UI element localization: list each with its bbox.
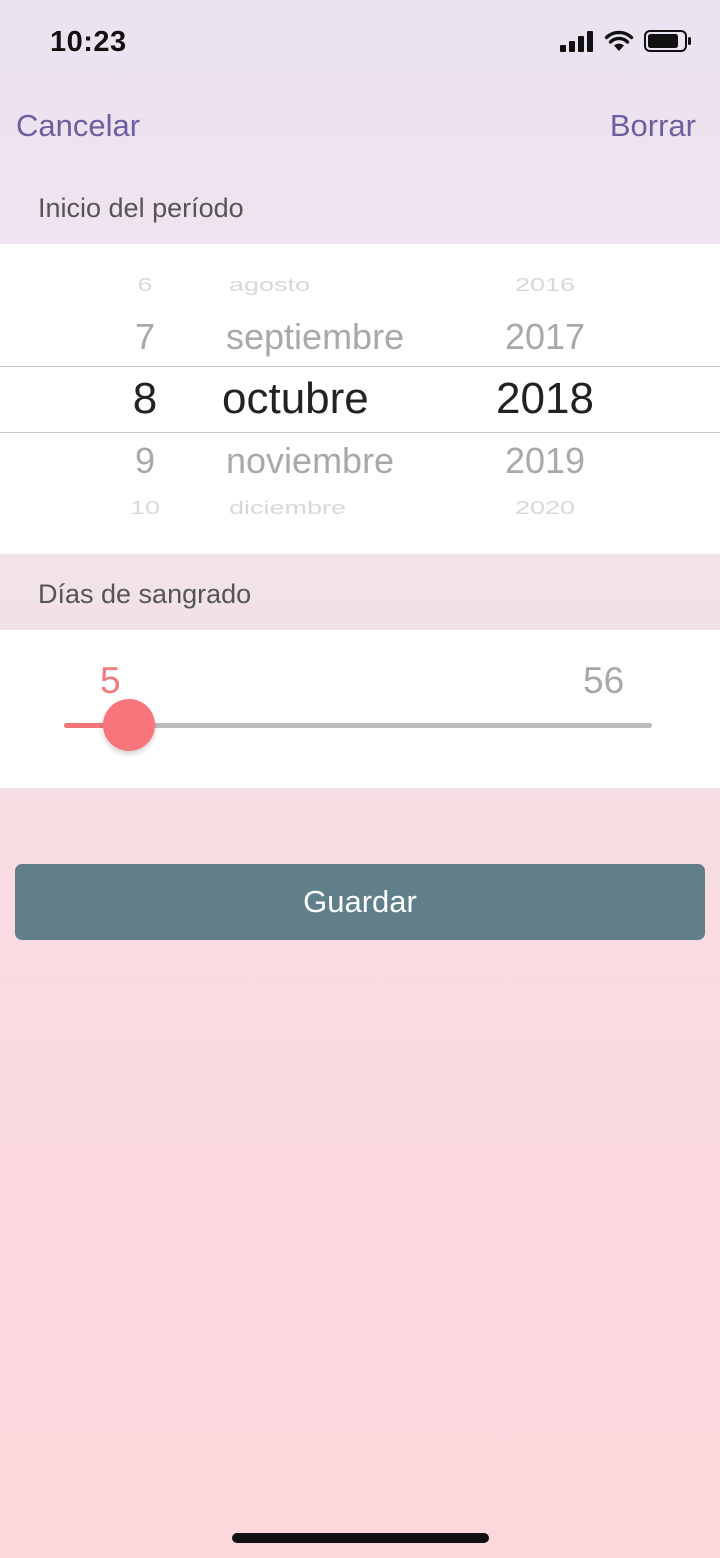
year-option[interactable]: 2016 xyxy=(485,274,605,296)
day-option-selected[interactable]: 8 xyxy=(110,374,180,424)
year-picker-column[interactable]: 2016 2017 2018 2019 2020 xyxy=(485,244,605,554)
wifi-icon xyxy=(604,30,634,51)
slider-max-value: 56 xyxy=(583,660,625,701)
year-option[interactable]: 2020 xyxy=(485,497,605,519)
slider-thumb[interactable] xyxy=(103,699,155,751)
save-button[interactable]: Guardar xyxy=(15,864,705,940)
bleeding-days-slider-panel: 5 56 xyxy=(0,630,720,788)
year-option-selected[interactable]: 2018 xyxy=(485,374,605,424)
year-option[interactable]: 2017 xyxy=(485,316,605,358)
month-option[interactable]: noviembre xyxy=(226,440,394,482)
status-time: 10:23 xyxy=(50,26,127,58)
clear-button[interactable]: Borrar xyxy=(610,108,696,144)
month-option[interactable]: agosto xyxy=(229,274,310,296)
home-indicator xyxy=(232,1533,489,1543)
status-icons xyxy=(560,30,692,52)
period-start-header: Inicio del período xyxy=(38,193,244,223)
bleeding-days-header: Días de sangrado xyxy=(38,579,252,609)
bleeding-days-slider[interactable] xyxy=(64,699,652,751)
month-option-selected[interactable]: octubre xyxy=(222,374,369,424)
month-option[interactable]: diciembre xyxy=(229,497,346,519)
day-option[interactable]: 9 xyxy=(110,440,180,482)
month-option[interactable]: septiembre xyxy=(226,316,404,358)
year-option[interactable]: 2019 xyxy=(485,440,605,482)
cancel-button[interactable]: Cancelar xyxy=(16,108,140,144)
month-picker-column[interactable]: agosto septiembre octubre noviembre dici… xyxy=(222,244,452,554)
status-bar: 10:23 xyxy=(0,0,720,90)
cellular-signal-icon xyxy=(560,31,593,52)
battery-icon xyxy=(644,30,691,52)
day-option[interactable]: 6 xyxy=(110,274,180,296)
day-option[interactable]: 7 xyxy=(110,316,180,358)
slider-current-value: 5 xyxy=(100,660,121,701)
day-option[interactable]: 10 xyxy=(110,497,180,519)
nav-bar: Cancelar Borrar xyxy=(0,96,720,160)
day-picker-column[interactable]: 6 7 8 9 10 xyxy=(110,244,180,554)
date-picker[interactable]: 6 7 8 9 10 agosto septiembre octubre nov… xyxy=(0,244,720,554)
